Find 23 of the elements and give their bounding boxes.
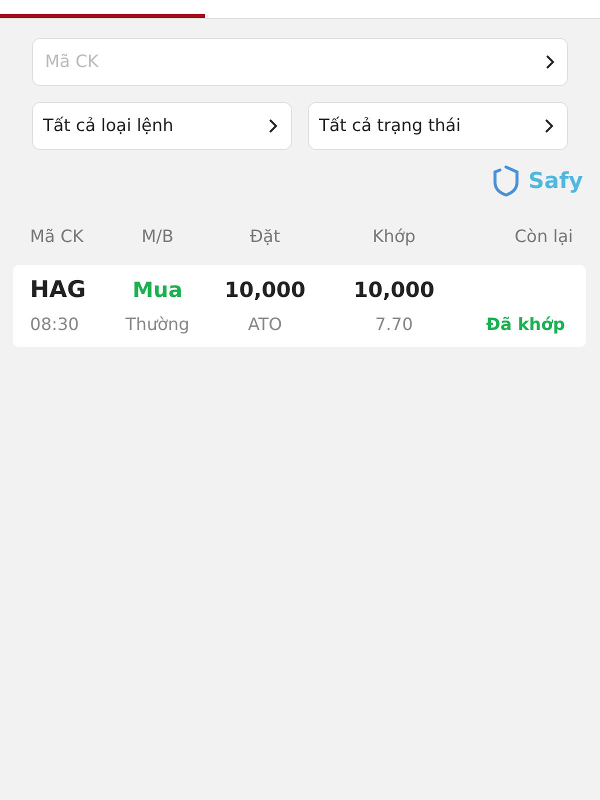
order-time: 08:30 <box>30 315 80 335</box>
column-header: Mã CK <box>30 227 85 247</box>
filter-dropdown[interactable]: Tất cả loại lệnh <box>32 102 292 150</box>
search-field[interactable]: Mã CK <box>32 38 568 86</box>
chevron-right-icon <box>543 118 555 134</box>
matched-price: 7.70 <box>374 315 414 335</box>
matched-quantity: 10,000 <box>352 278 436 302</box>
symbol: HAG <box>30 277 87 303</box>
status-label: Đã khớp <box>485 315 565 335</box>
column-header: Đặt <box>248 227 282 247</box>
column-header: Còn lại <box>514 227 573 247</box>
column-header: M/B <box>140 227 175 247</box>
column-header: Khớp <box>371 227 417 247</box>
order-card[interactable]: HAG Mua 10,000 10,000 08:30 Thường ATO 7.70 Đã khớp <box>13 265 586 347</box>
order-price: ATO <box>246 315 284 335</box>
brand-logo: Safy <box>528 168 583 194</box>
order-type: Thường <box>124 315 190 335</box>
filter-dropdown[interactable]: Tất cả trạng thái <box>308 102 568 150</box>
side-label: Mua <box>131 278 184 302</box>
shield-icon <box>492 165 520 197</box>
order-quantity: 10,000 <box>223 278 307 302</box>
chevron-right-icon <box>544 54 556 70</box>
chevron-right-icon <box>267 118 279 134</box>
